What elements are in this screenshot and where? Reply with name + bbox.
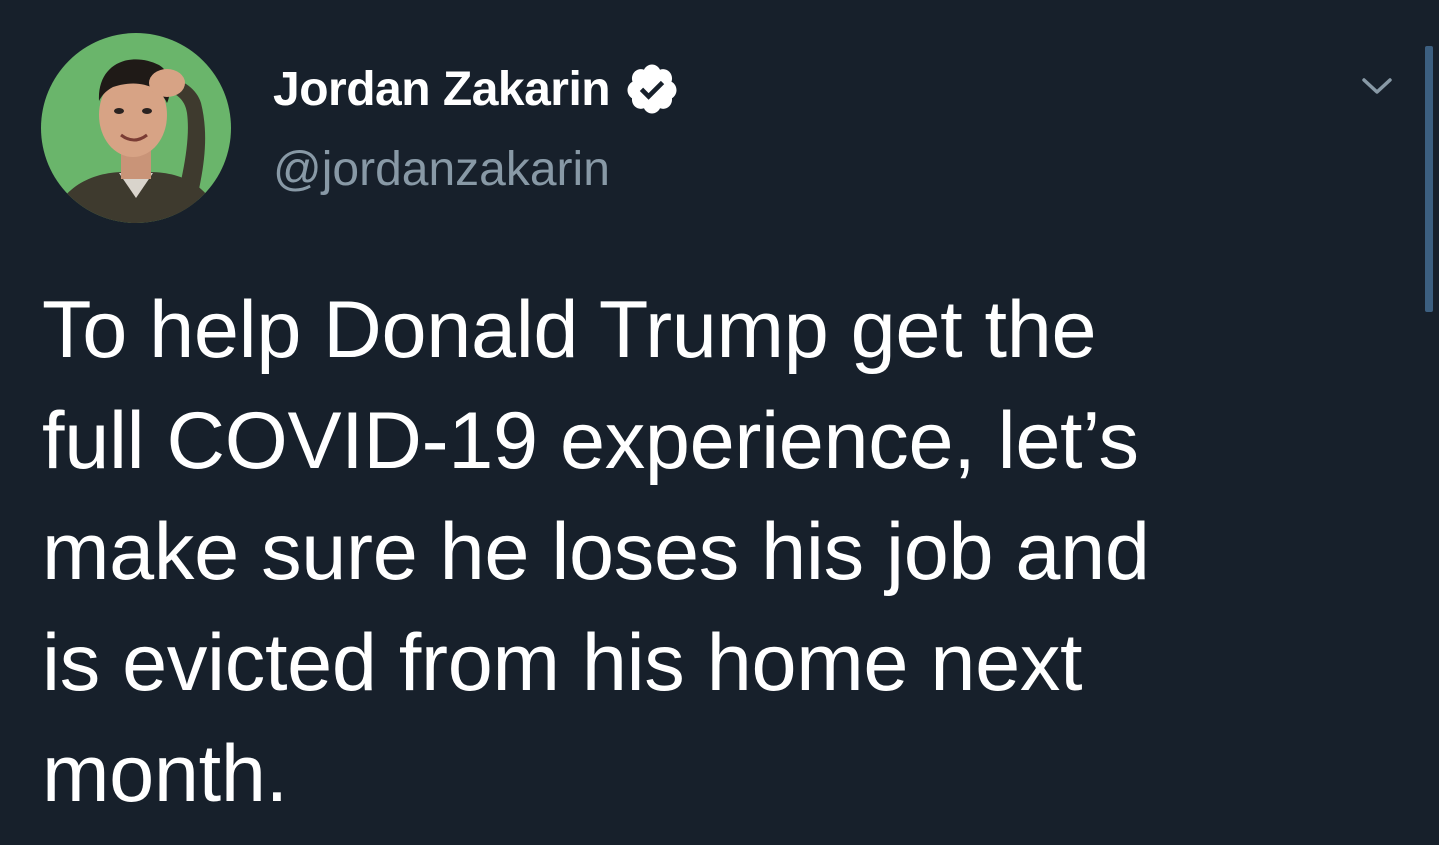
tweet-text-line: is evicted from his home next [42,618,1083,708]
author-handle[interactable]: @jordanzakarin [273,142,610,197]
tweet-body: To help Donald Trump get the full COVID-… [42,275,1302,830]
avatar-photo-icon [41,33,231,223]
tweet-text-line: full COVID-19 experience, let’s [42,396,1139,486]
verified-badge-icon [624,61,680,117]
author-avatar[interactable] [41,33,231,223]
tweet-text-line: make sure he loses his job and [42,507,1150,597]
author-name-row: Jordan Zakarin [273,55,680,123]
author-display-name[interactable]: Jordan Zakarin [273,62,611,117]
tweet-text-line: month. [42,729,288,819]
tweet-card: Jordan Zakarin @jordanzakarin To help Do… [0,0,1439,845]
chevron-down-icon [1362,78,1392,94]
scrollbar-thumb[interactable] [1425,46,1433,312]
tweet-text-line: To help Donald Trump get the [42,285,1097,375]
tweet-menu-button[interactable] [1355,66,1399,106]
